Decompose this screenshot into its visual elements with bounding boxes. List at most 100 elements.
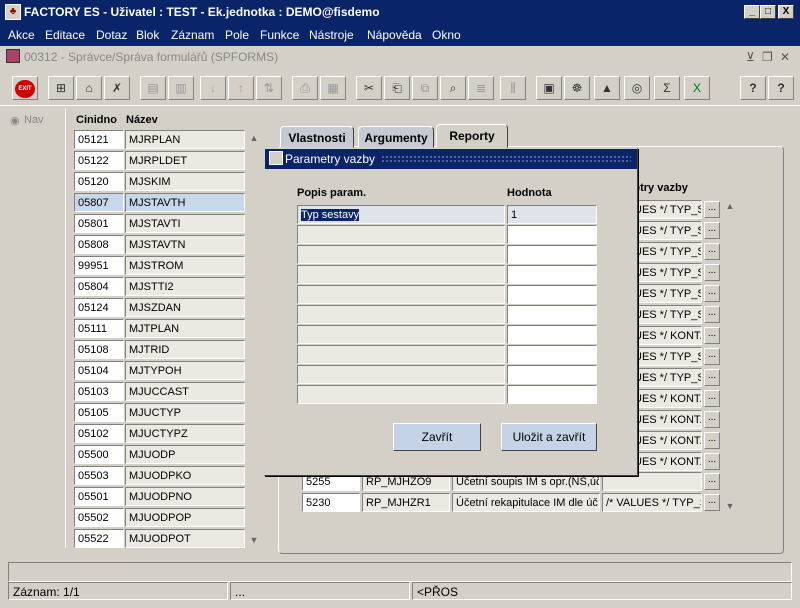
calculator-icon[interactable]: ▣ (536, 76, 562, 100)
form-minimize-icon[interactable]: ⊻ (746, 50, 755, 64)
excel-icon[interactable]: X (684, 76, 710, 100)
menu-nastroje[interactable]: Nástroje (309, 28, 354, 42)
list-cell-nazev[interactable]: MJUODPKO (125, 466, 245, 485)
scroll-up-icon[interactable]: ▲ (247, 131, 261, 145)
param-binding-cell[interactable]: UES */ KONT. (630, 410, 702, 429)
param-lov-button[interactable]: ... (704, 432, 720, 449)
menu-funkce[interactable]: Funkce (260, 28, 299, 42)
menu-dotaz[interactable]: Dotaz (96, 28, 127, 42)
list-cell-nazev[interactable]: MJSZDAN (125, 298, 245, 317)
list-cell-nazev[interactable]: MJUODPOP (125, 508, 245, 527)
list-cell-nazev[interactable]: MJSTAVTN (125, 235, 245, 254)
dialog-param-cell[interactable] (297, 305, 505, 324)
menu-pole[interactable]: Pole (225, 28, 249, 42)
list-cell-nazev[interactable]: MJUODPOT (125, 529, 245, 548)
param-binding-cell[interactable]: UES */ TYP_S (630, 284, 702, 303)
dialog-value-cell[interactable]: 1 (507, 205, 597, 224)
dialog-param-cell[interactable] (297, 285, 505, 304)
list-scrollbar[interactable]: ▲ ▼ (246, 130, 262, 548)
reports-scroll-down-icon[interactable]: ▼ (723, 499, 737, 513)
list-icon[interactable]: ≣ (468, 76, 494, 100)
list-cell-cinidno[interactable]: 05522 (74, 529, 124, 548)
dialog-param-cell[interactable] (297, 245, 505, 264)
form-close-icon[interactable]: ✕ (780, 50, 790, 64)
param-binding-cell[interactable]: UES */ TYP_S (630, 221, 702, 240)
param-lov-button[interactable]: ... (704, 264, 720, 281)
list-cell-nazev[interactable]: MJTPLAN (125, 319, 245, 338)
param-lov-button[interactable]: ... (704, 453, 720, 470)
dialog-value-cell[interactable] (507, 325, 597, 344)
list-cell-cinidno[interactable]: 05501 (74, 487, 124, 506)
param-lov-button[interactable]: ... (704, 327, 720, 344)
param-lov-button[interactable]: ... (704, 369, 720, 386)
param-binding-cell[interactable]: UES */ KONT. (630, 326, 702, 345)
menu-editace[interactable]: Editace (45, 28, 85, 42)
list-cell-nazev[interactable]: MJSTAVTH (125, 193, 245, 212)
dialog-value-cell[interactable] (507, 265, 597, 284)
param-lov-button[interactable]: ... (704, 348, 720, 365)
list-cell-cinidno[interactable]: 05120 (74, 172, 124, 191)
param-binding-cell[interactable]: UES */ TYP_S (630, 263, 702, 282)
list-cell-cinidno[interactable]: 05104 (74, 361, 124, 380)
tab-argumenty[interactable]: Argumenty (358, 126, 434, 148)
param-binding-cell[interactable]: UES */ KONT. (630, 389, 702, 408)
list-cell-nazev[interactable]: MJSTTI2 (125, 277, 245, 296)
cut-icon[interactable]: ✂ (356, 76, 382, 100)
list-cell-cinidno[interactable]: 05103 (74, 382, 124, 401)
report-desc-cell[interactable]: Účetní rekapitulace IM dle úč.ty (452, 493, 600, 512)
param-binding-cell[interactable]: UES */ TYP_S (630, 305, 702, 324)
list-cell-cinidno[interactable]: 05500 (74, 445, 124, 464)
param-lov-button[interactable]: ... (704, 390, 720, 407)
list-cell-nazev[interactable]: MJSTAVTI (125, 214, 245, 233)
list-cell-cinidno[interactable]: 05124 (74, 298, 124, 317)
list-cell-cinidno[interactable]: 05122 (74, 151, 124, 170)
dialog-value-cell[interactable] (507, 225, 597, 244)
chart-icon[interactable]: ▲ (594, 76, 620, 100)
reports-scroll-up-icon[interactable]: ▲ (723, 199, 737, 213)
param-lov-button[interactable]: ... (704, 222, 720, 239)
dialog-value-cell[interactable] (507, 285, 597, 304)
list-cell-cinidno[interactable]: 05108 (74, 340, 124, 359)
dialog-param-cell[interactable] (297, 225, 505, 244)
param-binding-cell[interactable]: UES */ KONT. (630, 431, 702, 450)
minimize-button[interactable]: _ (744, 5, 760, 19)
list-cell-nazev[interactable]: MJRPLDET (125, 151, 245, 170)
dialog-value-cell[interactable] (507, 245, 597, 264)
list-cell-nazev[interactable]: MJUCCAST (125, 382, 245, 401)
list-cell-cinidno[interactable]: 05503 (74, 466, 124, 485)
param-binding-cell[interactable]: UES */ KONT. (630, 452, 702, 471)
save-close-button[interactable]: Uložit a zavřít (501, 423, 597, 451)
delete-icon[interactable]: ✗ (104, 76, 130, 100)
dialog-param-cell[interactable] (297, 325, 505, 344)
list-cell-nazev[interactable]: MJUCTYPZ (125, 424, 245, 443)
param-lov-button[interactable]: ... (704, 285, 720, 302)
dialog-param-cell[interactable] (297, 265, 505, 284)
dialog-value-cell[interactable] (507, 305, 597, 324)
list-cell-nazev[interactable]: MJUODP (125, 445, 245, 464)
sort-desc-icon[interactable]: ↑ (228, 76, 254, 100)
copy-icon[interactable]: ▤ (140, 76, 166, 100)
list-cell-nazev[interactable]: MJUODPNO (125, 487, 245, 506)
list-cell-cinidno[interactable]: 05121 (74, 130, 124, 149)
list-cell-nazev[interactable]: MJSTROM (125, 256, 245, 275)
scroll-down-icon[interactable]: ▼ (247, 533, 261, 547)
preview-icon[interactable]: ▦ (320, 76, 346, 100)
cd-icon[interactable]: ◎ (624, 76, 650, 100)
dialog-value-cell[interactable] (507, 385, 597, 404)
form-restore-icon[interactable]: ❐ (762, 50, 773, 64)
menu-akce[interactable]: Akce (8, 28, 35, 42)
dialog-param-cell[interactable] (297, 385, 505, 404)
maximize-button[interactable]: □ (760, 5, 776, 19)
report-lov-button[interactable]: ... (704, 473, 720, 490)
reports-scrollbar[interactable]: ▲ ▼ (722, 198, 738, 514)
close-button[interactable]: X (778, 5, 794, 19)
paste-icon[interactable]: ▥ (168, 76, 194, 100)
param-binding-cell[interactable]: UES */ TYP_S (630, 347, 702, 366)
list-cell-nazev[interactable]: MJTYPOH (125, 361, 245, 380)
wheel-icon[interactable]: ☸ (564, 76, 590, 100)
list-cell-nazev[interactable]: MJSKIM (125, 172, 245, 191)
insert-icon[interactable]: ⌂ (76, 76, 102, 100)
list-cell-cinidno[interactable]: 05804 (74, 277, 124, 296)
dialog-titlebar[interactable]: Parametry vazby (265, 149, 637, 169)
context-help-icon[interactable]: ? (768, 76, 794, 100)
